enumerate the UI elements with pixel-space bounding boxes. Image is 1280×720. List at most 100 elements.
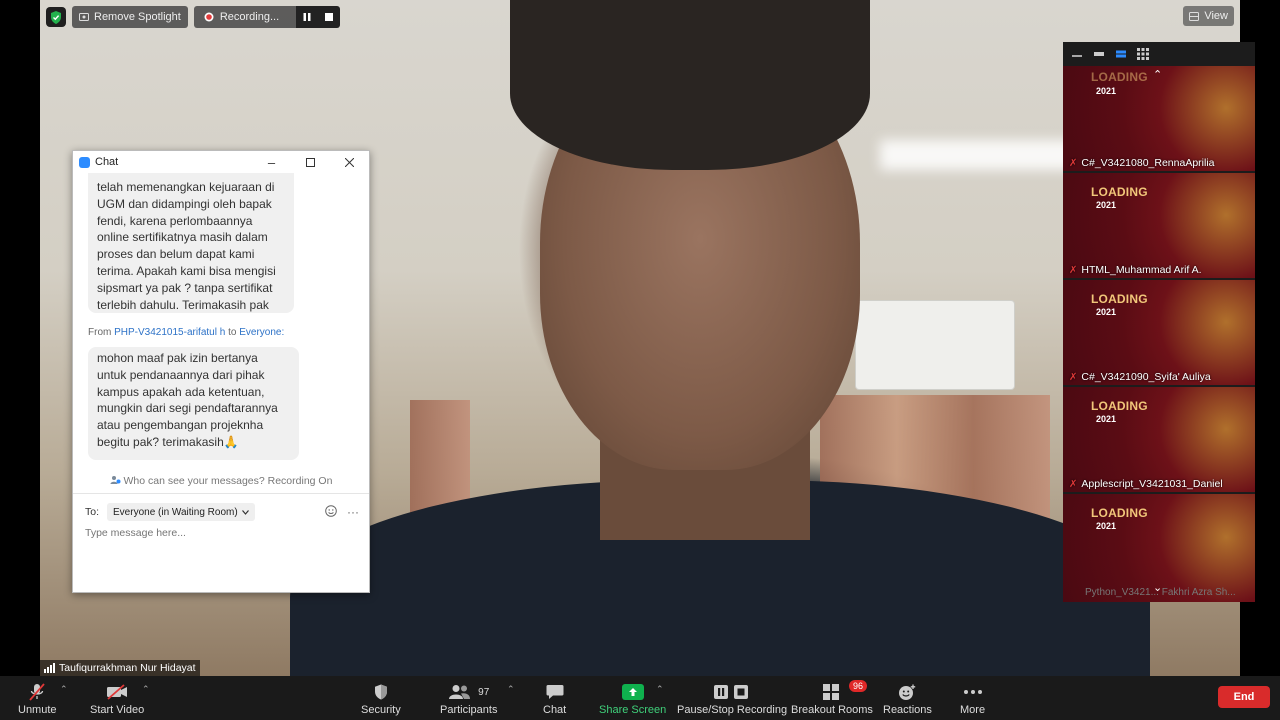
- pause-recording-button[interactable]: [295, 6, 318, 28]
- spotlight-icon: [79, 13, 89, 21]
- share-options-caret[interactable]: ⌃: [656, 684, 664, 695]
- message-line: sipsmart ya pak ? tanpa sertifikat: [97, 280, 273, 295]
- chat-message-1: telah memenangkan kejuaraan di UGM dan d…: [88, 173, 294, 313]
- message-line: terima. Apakah kami bisa mengisi: [97, 263, 276, 278]
- loading-year: 2021: [1096, 414, 1117, 424]
- message-sender-line: From PHP-V3421015-arifatul h to Everyone…: [88, 327, 284, 338]
- loading-year: 2021: [1096, 307, 1117, 317]
- loading-year: 2021: [1096, 521, 1117, 531]
- stop-recording-button[interactable]: [317, 6, 340, 28]
- chat-scrollbar[interactable]: [361, 199, 367, 473]
- pause-icon: [303, 13, 311, 21]
- record-dot-icon: [204, 12, 214, 22]
- gallery-panel: LOADING 2021 ⌃ ✗ C#_V3421080_RennaAprili…: [1063, 42, 1255, 602]
- message-line: online sertifikatnya masih dalam: [97, 230, 268, 245]
- air-conditioner: [855, 300, 1015, 390]
- scroll-up-icon[interactable]: ⌃: [1153, 68, 1162, 81]
- loading-year: 2021: [1096, 86, 1117, 96]
- who-can-see-link[interactable]: Who can see your messages? Recording On: [73, 475, 369, 487]
- video-off-icon: [106, 682, 128, 702]
- breakout-rooms-label: Breakout Rooms: [791, 704, 873, 716]
- participant-tile[interactable]: LOADING 2021 ✗ C#_V3421090_Syifa' Auliya: [1063, 280, 1255, 385]
- participant-tile[interactable]: LOADING 2021 ⌃ ✗ C#_V3421080_RennaAprili…: [1063, 66, 1255, 171]
- who-can-see-text: Who can see your messages? Recording On: [123, 475, 333, 487]
- speaker-name-label: Taufiqurrakhman Nur Hidayat: [40, 660, 200, 676]
- participants-label: Participants: [440, 704, 498, 716]
- more-options-icon[interactable]: ···: [347, 505, 359, 520]
- close-button[interactable]: [330, 155, 369, 170]
- maximize-icon: [306, 157, 315, 167]
- more-dots-icon: [963, 682, 983, 702]
- pause-stop-recording-label: Pause/Stop Recording: [677, 704, 788, 716]
- speaker-name: Taufiqurrakhman Nur Hidayat: [59, 662, 196, 674]
- maximize-button[interactable]: [291, 155, 330, 170]
- recipient-dropdown[interactable]: Everyone (in Waiting Room): [107, 503, 255, 521]
- speaker-view-icon[interactable]: [1115, 50, 1127, 58]
- remove-spotlight-button[interactable]: Remove Spotlight: [72, 6, 188, 28]
- chat-divider: [73, 493, 369, 494]
- participant-name: ✗ Applescript_V3421031_Daniel: [1069, 478, 1223, 490]
- from-to: to: [228, 327, 237, 338]
- gallery-view-controls: [1063, 42, 1255, 66]
- meeting-stage: Remove Spotlight Recording... View Chat …: [0, 0, 1280, 676]
- sender-link[interactable]: PHP-V3421015-arifatul h: [114, 327, 225, 338]
- loading-text: LOADING: [1091, 506, 1148, 520]
- security-button[interactable]: Security: [361, 682, 401, 716]
- emoji-icon[interactable]: [325, 504, 337, 520]
- breakout-badge: 96: [848, 680, 867, 692]
- pause-stop-recording-button[interactable]: Pause/Stop Recording: [677, 682, 787, 716]
- participants-options-caret[interactable]: ⌃: [507, 684, 515, 695]
- video-options-caret[interactable]: ⌃: [142, 684, 150, 695]
- speaker-hair: [510, 0, 870, 170]
- participant-tile[interactable]: LOADING 2021 Python_V3421... Fakhri Azra…: [1063, 494, 1255, 602]
- chat-messages[interactable]: telah memenangkan kejuaraan di UGM dan d…: [73, 173, 369, 473]
- recipient-colon: :: [281, 327, 285, 338]
- recipient-value: Everyone (in Waiting Room): [113, 506, 238, 518]
- recipient-link[interactable]: Everyone: [239, 327, 281, 338]
- message-line: kampus apakah ada ketentuan,: [97, 384, 265, 399]
- participants-button[interactable]: 97 Participants: [440, 682, 497, 716]
- chat-bubble-icon: [546, 682, 564, 702]
- reactions-button[interactable]: Reactions: [883, 682, 932, 716]
- message-line: UGM dan didampingi oleh bapak: [97, 196, 272, 211]
- more-button[interactable]: More: [960, 682, 985, 716]
- encryption-shield-icon[interactable]: [46, 7, 66, 27]
- recording-indicator: Recording...: [193, 6, 296, 28]
- chat-titlebar[interactable]: Chat –: [73, 151, 369, 173]
- minimize-panel-icon[interactable]: [1071, 50, 1083, 58]
- view-label: View: [1204, 10, 1228, 22]
- message-line: proses dan belum dapat kami: [97, 247, 255, 262]
- loading-text: LOADING: [1091, 70, 1148, 84]
- audio-options-caret[interactable]: ⌃: [60, 684, 68, 695]
- top-left-controls: Remove Spotlight Recording...: [46, 6, 340, 28]
- unmute-button[interactable]: Unmute: [18, 682, 57, 716]
- participant-name: ✗ C#_V3421090_Syifa' Auliya: [1069, 371, 1211, 383]
- message-line: begitu pak? terimakasih🙏: [97, 434, 239, 449]
- more-label: More: [960, 704, 986, 716]
- scroll-down-icon[interactable]: ⌄: [1153, 581, 1162, 594]
- chat-button[interactable]: Chat: [543, 682, 566, 716]
- recording-label: Recording...: [219, 11, 280, 23]
- minimize-button[interactable]: –: [252, 155, 291, 170]
- participant-name-label: C#_V3421080_RennaAprilia: [1081, 157, 1215, 169]
- participant-name: ✗ C#_V3421080_RennaAprilia: [1069, 157, 1215, 169]
- gallery-view-icon[interactable]: [1137, 48, 1149, 60]
- message-line: terlebih dahulu. Terimakasih pak: [97, 297, 269, 312]
- participant-tile[interactable]: LOADING 2021 ✗ Applescript_V3421031_Dani…: [1063, 387, 1255, 492]
- participants-count: 97: [478, 686, 490, 698]
- end-meeting-button[interactable]: End: [1218, 686, 1270, 708]
- hide-video-icon[interactable]: [1093, 50, 1105, 58]
- breakout-rooms-button[interactable]: 96 Breakout Rooms: [791, 680, 873, 716]
- view-button[interactable]: View: [1183, 6, 1234, 26]
- loading-text: LOADING: [1091, 399, 1148, 413]
- message-line: mungkin dari segi pendaftarannya: [97, 401, 278, 416]
- message-line: telah memenangkan kejuaraan di: [97, 180, 275, 194]
- message-input[interactable]: [85, 527, 355, 539]
- start-video-button[interactable]: Start Video: [90, 682, 144, 716]
- loading-text: LOADING: [1091, 292, 1148, 306]
- participant-tile[interactable]: LOADING 2021 ✗ HTML_Muhammad Arif A.: [1063, 173, 1255, 278]
- chat-label: Chat: [543, 704, 567, 716]
- message-line: mohon maaf pak izin bertanya: [97, 351, 258, 365]
- participant-name: ✗ HTML_Muhammad Arif A.: [1069, 264, 1202, 276]
- chat-input-actions: ···: [325, 505, 359, 520]
